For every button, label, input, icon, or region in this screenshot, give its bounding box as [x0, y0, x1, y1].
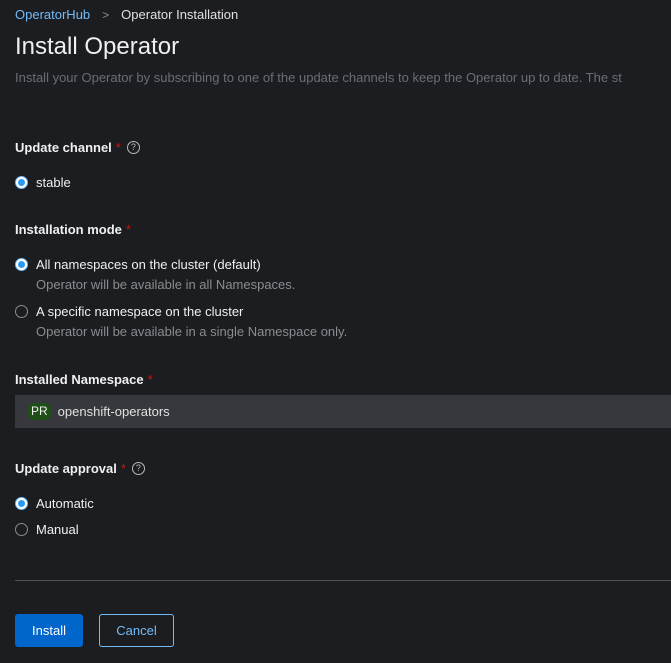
update-approval-label-text: Update approval [15, 461, 117, 476]
page-title: Install Operator [15, 33, 180, 60]
update-channel-label: Update channel * ? [15, 140, 140, 155]
installation-mode-specific-namespace-option[interactable]: A specific namespace on the cluster Oper… [15, 303, 347, 340]
cancel-button[interactable]: Cancel [99, 614, 174, 647]
help-icon[interactable]: ? [126, 141, 140, 154]
update-approval-automatic-option[interactable]: Automatic [15, 495, 94, 512]
installation-mode-all-namespaces-label: All namespaces on the cluster (default) [36, 257, 261, 272]
required-marker: * [147, 372, 153, 387]
breadcrumb-current: Operator Installation [121, 7, 239, 22]
installed-namespace-field: PR openshift-operators [15, 395, 671, 428]
installation-mode-specific-namespace-label: A specific namespace on the cluster [36, 304, 244, 319]
page-description: Install your Operator by subscribing to … [15, 70, 622, 85]
breadcrumb-operatorhub-link[interactable]: OperatorHub [15, 7, 90, 22]
update-approval-label: Update approval * ? [15, 461, 145, 476]
help-icon[interactable]: ? [131, 462, 145, 475]
update-channel-stable-radio[interactable] [15, 176, 28, 189]
update-channel-label-text: Update channel [15, 140, 112, 155]
installation-mode-all-namespaces-radio[interactable] [15, 258, 28, 271]
installation-mode-label-text: Installation mode [15, 222, 122, 237]
installation-mode-all-namespaces-option[interactable]: All namespaces on the cluster (default) … [15, 256, 295, 293]
update-approval-manual-radio[interactable] [15, 523, 28, 536]
install-operator-page: OperatorHub > Operator Installation Inst… [0, 0, 671, 663]
installation-mode-all-namespaces-description: Operator will be available in all Namesp… [36, 277, 296, 292]
required-marker: * [125, 222, 131, 237]
update-channel-stable-option[interactable]: stable [15, 174, 71, 191]
installation-mode-label: Installation mode * [15, 222, 131, 237]
chevron-right-icon: > [102, 7, 110, 22]
update-channel-stable-label: stable [36, 175, 71, 190]
form-divider [15, 580, 671, 581]
update-approval-automatic-radio[interactable] [15, 497, 28, 510]
project-badge: PR [27, 403, 52, 420]
installed-namespace-label-text: Installed Namespace [15, 372, 144, 387]
installed-namespace-label: Installed Namespace * [15, 372, 153, 387]
update-approval-manual-label: Manual [36, 522, 79, 537]
required-marker: * [115, 140, 121, 155]
install-button[interactable]: Install [15, 614, 83, 647]
installation-mode-specific-namespace-description: Operator will be available in a single N… [36, 324, 348, 339]
update-approval-automatic-label: Automatic [36, 496, 94, 511]
required-marker: * [120, 461, 126, 476]
update-approval-manual-option[interactable]: Manual [15, 521, 79, 538]
installed-namespace-value: openshift-operators [57, 404, 170, 419]
installation-mode-specific-namespace-radio[interactable] [15, 305, 28, 318]
breadcrumb: OperatorHub > Operator Installation [15, 7, 238, 22]
